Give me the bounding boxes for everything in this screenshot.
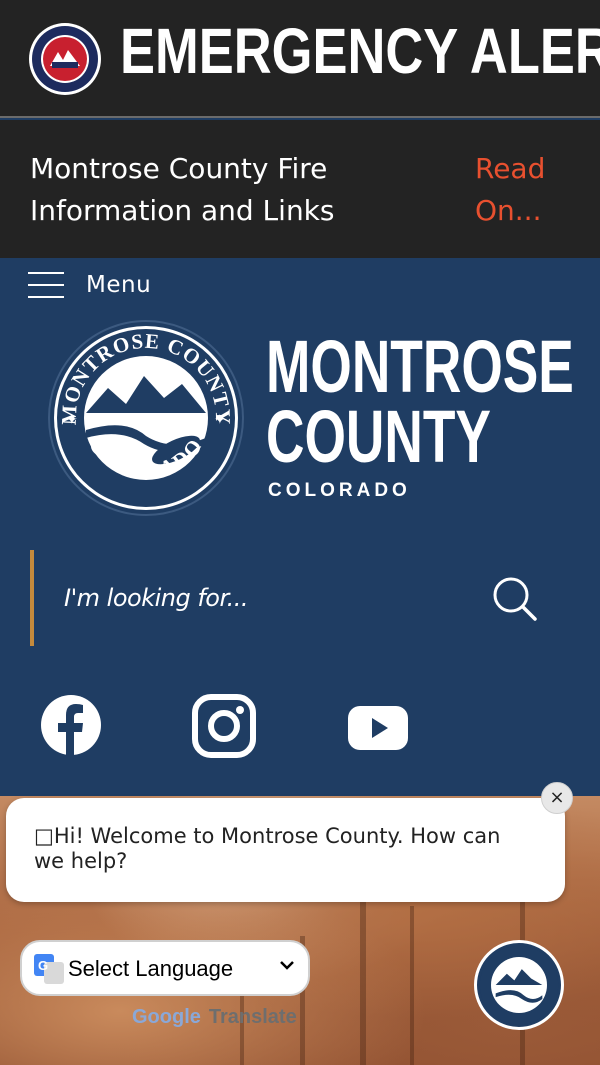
alerts-logo-icon xyxy=(29,23,101,95)
county-state: COLORADO xyxy=(268,480,411,501)
search-bar xyxy=(30,550,570,646)
search-icon[interactable] xyxy=(490,574,540,624)
chevron-down-icon xyxy=(280,961,294,970)
county-seal-logo[interactable]: MONTROSE COUNTY COLORADO ✦ ✦ xyxy=(46,318,246,518)
search-input[interactable] xyxy=(64,570,464,626)
social-links xyxy=(0,688,600,768)
google-translate-icon: G xyxy=(34,954,64,984)
menu-label: Menu xyxy=(86,272,152,298)
emergency-alert-bar: EMERGENCY ALERTS xyxy=(0,0,600,118)
county-name-line2: COUNTY xyxy=(266,395,491,478)
instagram-icon xyxy=(192,694,256,758)
menu-button[interactable]: Menu xyxy=(28,268,151,302)
svg-text:✦: ✦ xyxy=(214,412,226,428)
chat-welcome-message: □Hi! Welcome to Montrose County. How can… xyxy=(34,824,501,873)
translate-wordmark: Translate xyxy=(208,1006,297,1028)
chat-launcher-seal-icon[interactable] xyxy=(474,940,564,1030)
svg-text:G: G xyxy=(38,958,48,973)
facebook-link[interactable] xyxy=(40,694,102,756)
instagram-link[interactable] xyxy=(192,694,256,758)
hamburger-icon xyxy=(28,272,64,298)
fire-notice-text: Montrose County Fire Information and Lin… xyxy=(30,152,335,227)
language-select-value: Select Language xyxy=(68,956,234,981)
language-select[interactable]: G Select Language xyxy=(20,940,310,996)
chat-welcome-bubble[interactable]: □Hi! Welcome to Montrose County. How can… xyxy=(6,798,565,902)
county-name[interactable]: MONTROSE COUNTY xyxy=(266,325,574,478)
svg-text:✦: ✦ xyxy=(66,412,78,428)
youtube-link[interactable] xyxy=(346,704,410,754)
read-on-link[interactable]: Read On... xyxy=(475,148,575,232)
facebook-icon xyxy=(41,695,101,756)
youtube-icon xyxy=(348,706,408,750)
powered-by-google-translate[interactable]: Google Translate xyxy=(132,1006,297,1029)
google-wordmark: Google xyxy=(132,1006,201,1028)
site-header: Menu MONTROSE COUNTY COLORADO ✦ ✦ MONTRO… xyxy=(0,258,600,796)
chat-close-button[interactable]: × xyxy=(541,782,573,814)
fire-notice-bar: Montrose County Fire Information and Lin… xyxy=(0,120,600,258)
emergency-alert-title[interactable]: EMERGENCY ALERTS xyxy=(120,14,600,88)
county-name-line1: MONTROSE xyxy=(266,325,574,408)
